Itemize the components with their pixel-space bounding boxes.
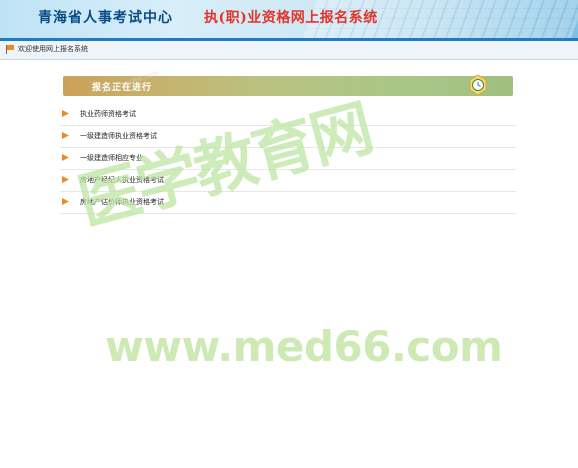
exam-link[interactable]: 执业药师资格考试 [80, 109, 136, 119]
flag-icon [6, 45, 14, 54]
bullet-icon [62, 132, 69, 139]
welcome-text: 欢迎使用网上报名系统 [18, 45, 88, 53]
site-title: 青海省人事考试中心 [38, 10, 173, 26]
welcome-bar: 欢迎使用网上报名系统 [0, 41, 578, 60]
system-title: 执(职)业资格网上报名系统 [204, 10, 378, 26]
page-header: 青海省人事考试中心 执(职)业资格网上报名系统 [0, 0, 578, 38]
bullet-icon [62, 176, 69, 183]
bullet-icon [62, 198, 69, 205]
clock-icon [469, 74, 487, 96]
watermark-url: www.med66.com [105, 322, 503, 371]
watermark-text: 医学教育网 [70, 90, 380, 240]
bullet-icon [62, 110, 69, 117]
